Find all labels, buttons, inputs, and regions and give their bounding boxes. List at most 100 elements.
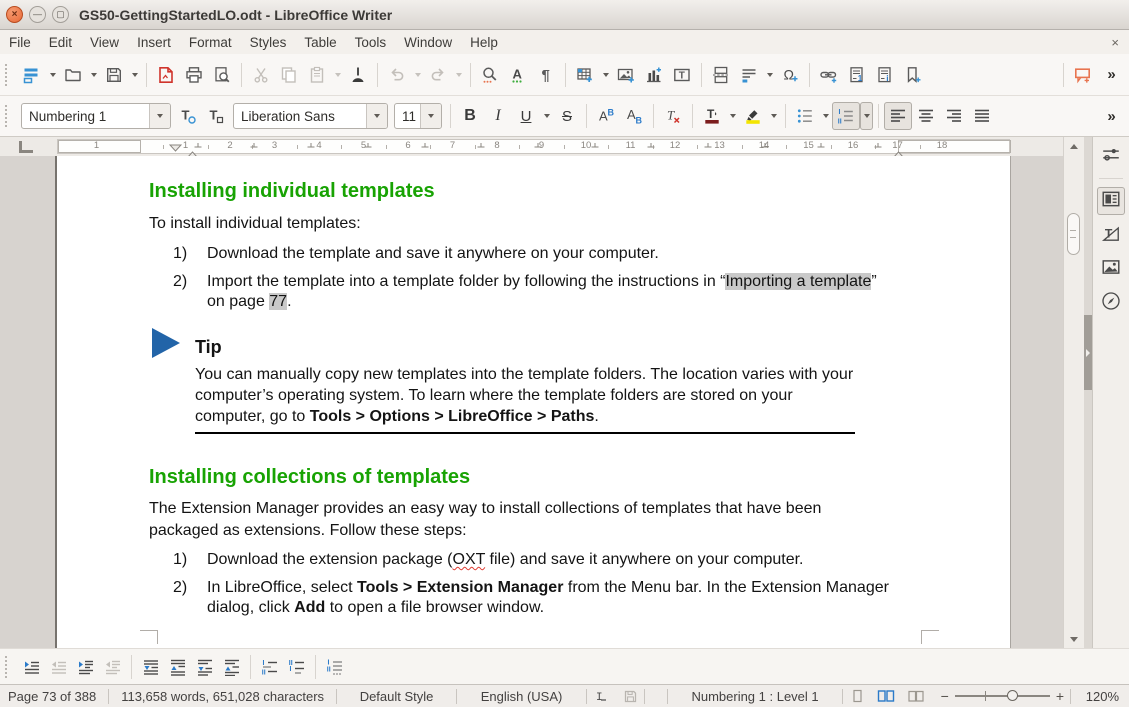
insert-image-button[interactable] xyxy=(612,61,640,89)
spelling-button[interactable]: A xyxy=(504,61,532,89)
bold-button[interactable]: B xyxy=(456,102,484,130)
formatting-marks-button[interactable]: ¶ xyxy=(532,61,560,89)
status-page-style[interactable]: Default Style xyxy=(337,689,456,704)
paste-dropdown[interactable] xyxy=(331,61,344,89)
bullet-list-button[interactable] xyxy=(791,102,819,130)
undo-button[interactable] xyxy=(383,61,411,89)
clear-formatting-button[interactable]: T xyxy=(659,102,687,130)
ruler-right-margin[interactable] xyxy=(898,140,1012,153)
save-dropdown[interactable] xyxy=(128,61,141,89)
align-left-button[interactable] xyxy=(884,102,912,130)
numbered-list-dropdown[interactable] xyxy=(860,102,873,130)
scrollbar-thumb[interactable] xyxy=(1067,213,1080,255)
sidebar-hide-handle[interactable] xyxy=(1084,315,1092,390)
sidebar-hide-strip[interactable] xyxy=(1084,137,1092,648)
clone-formatting-button[interactable] xyxy=(344,61,372,89)
zoom-slider[interactable] xyxy=(955,695,1050,697)
ruler-left-margin[interactable] xyxy=(58,140,141,153)
sidebar-settings-button[interactable] xyxy=(1097,143,1125,171)
undo-dropdown[interactable] xyxy=(411,61,424,89)
justify-button[interactable] xyxy=(968,102,996,130)
close-document-button[interactable]: × xyxy=(1111,35,1119,50)
maximize-window-button[interactable]: ▢ xyxy=(52,6,69,23)
page-break-button[interactable] xyxy=(707,61,735,89)
insert-footnote-button[interactable]: 1 xyxy=(843,61,871,89)
font-name-combo-dropdown[interactable] xyxy=(366,104,387,128)
underline-button[interactable]: U xyxy=(512,102,540,130)
menu-insert[interactable]: Insert xyxy=(128,32,180,53)
numbered-list-button[interactable]: III xyxy=(832,102,860,130)
status-outline-level[interactable]: Numbering 1 : Level 1 xyxy=(668,689,842,704)
font-size-combo[interactable]: 11 xyxy=(394,103,442,129)
insert-chart-button[interactable] xyxy=(640,61,668,89)
restart-numbering-button[interactable]: III xyxy=(283,654,310,680)
document-modified-icon[interactable] xyxy=(617,689,644,704)
new-style-button[interactable]: T xyxy=(202,102,230,130)
new-document-dropdown[interactable] xyxy=(46,61,59,89)
special-character-button[interactable]: Ω xyxy=(776,61,804,89)
redo-button[interactable] xyxy=(424,61,452,89)
move-up-button[interactable] xyxy=(164,654,191,680)
insert-table-button[interactable] xyxy=(571,61,599,89)
menu-view[interactable]: View xyxy=(81,32,128,53)
scroll-up-arrow-icon[interactable] xyxy=(1064,138,1084,154)
single-page-view-icon[interactable] xyxy=(843,688,871,704)
first-line-indent-marker[interactable] xyxy=(169,139,182,157)
vertical-scrollbar[interactable] xyxy=(1063,137,1084,648)
document-page[interactable]: Installing individual templates To insta… xyxy=(55,156,1011,648)
new-document-button[interactable] xyxy=(18,61,46,89)
insert-hyperlink-button[interactable] xyxy=(815,61,843,89)
menu-edit[interactable]: Edit xyxy=(40,32,81,53)
horizontal-ruler[interactable]: 1123456789101112131415161718 xyxy=(0,137,1063,156)
save-button[interactable] xyxy=(100,61,128,89)
zoom-slider-thumb[interactable] xyxy=(1007,690,1018,701)
insert-bookmark-button[interactable] xyxy=(899,61,927,89)
standard-toolbar-grip[interactable] xyxy=(5,64,14,86)
print-preview-button[interactable] xyxy=(208,61,236,89)
find-replace-button[interactable] xyxy=(476,61,504,89)
tab-stop-type-icon[interactable] xyxy=(19,141,33,153)
menu-table[interactable]: Table xyxy=(295,32,345,53)
multi-page-view-icon[interactable] xyxy=(871,688,901,704)
strikethrough-button[interactable]: S xyxy=(553,102,581,130)
menu-file[interactable]: File xyxy=(0,32,40,53)
font-size-combo-dropdown[interactable] xyxy=(420,104,441,128)
status-page-number[interactable]: Page 73 of 388 xyxy=(0,689,108,704)
insert-comment-button[interactable] xyxy=(1069,61,1097,89)
paragraph-style-combo[interactable]: Numbering 1 xyxy=(21,103,171,129)
highlight-color-dropdown[interactable] xyxy=(767,102,780,130)
italic-button[interactable]: I xyxy=(484,102,512,130)
zoom-in-button[interactable]: + xyxy=(1050,688,1070,704)
move-down-button[interactable] xyxy=(137,654,164,680)
formatting-toolbar-grip[interactable] xyxy=(5,105,14,127)
font-color-button[interactable]: T xyxy=(698,102,726,130)
insert-table-dropdown[interactable] xyxy=(599,61,612,89)
align-right-button[interactable] xyxy=(940,102,968,130)
demote-button[interactable] xyxy=(18,654,45,680)
redo-dropdown[interactable] xyxy=(452,61,465,89)
highlight-color-button[interactable] xyxy=(739,102,767,130)
sidebar-properties-button[interactable] xyxy=(1097,187,1125,215)
scroll-down-arrow-icon[interactable] xyxy=(1064,631,1084,647)
insert-endnote-button[interactable]: i xyxy=(871,61,899,89)
align-center-button[interactable] xyxy=(912,102,940,130)
font-color-dropdown[interactable] xyxy=(726,102,739,130)
superscript-button[interactable]: AB xyxy=(592,102,620,130)
move-up-with-subpoints-button[interactable] xyxy=(218,654,245,680)
paste-button[interactable] xyxy=(303,61,331,89)
copy-button[interactable] xyxy=(275,61,303,89)
numbering-toolbar-grip[interactable] xyxy=(5,656,14,678)
menu-styles[interactable]: Styles xyxy=(241,32,296,53)
promote-button[interactable] xyxy=(45,654,72,680)
move-down-with-subpoints-button[interactable] xyxy=(191,654,218,680)
export-pdf-button[interactable] xyxy=(152,61,180,89)
insert-field-button[interactable] xyxy=(735,61,763,89)
promote-with-subpoints-button[interactable] xyxy=(99,654,126,680)
menu-format[interactable]: Format xyxy=(180,32,241,53)
insert-field-dropdown[interactable] xyxy=(763,61,776,89)
status-word-count[interactable]: 113,658 words, 651,028 characters xyxy=(109,689,336,704)
toolbar-overflow-button[interactable]: » xyxy=(1097,61,1125,89)
zoom-level[interactable]: 120% xyxy=(1071,689,1129,704)
status-language[interactable]: English (USA) xyxy=(457,689,586,704)
subscript-button[interactable]: AB xyxy=(620,102,648,130)
